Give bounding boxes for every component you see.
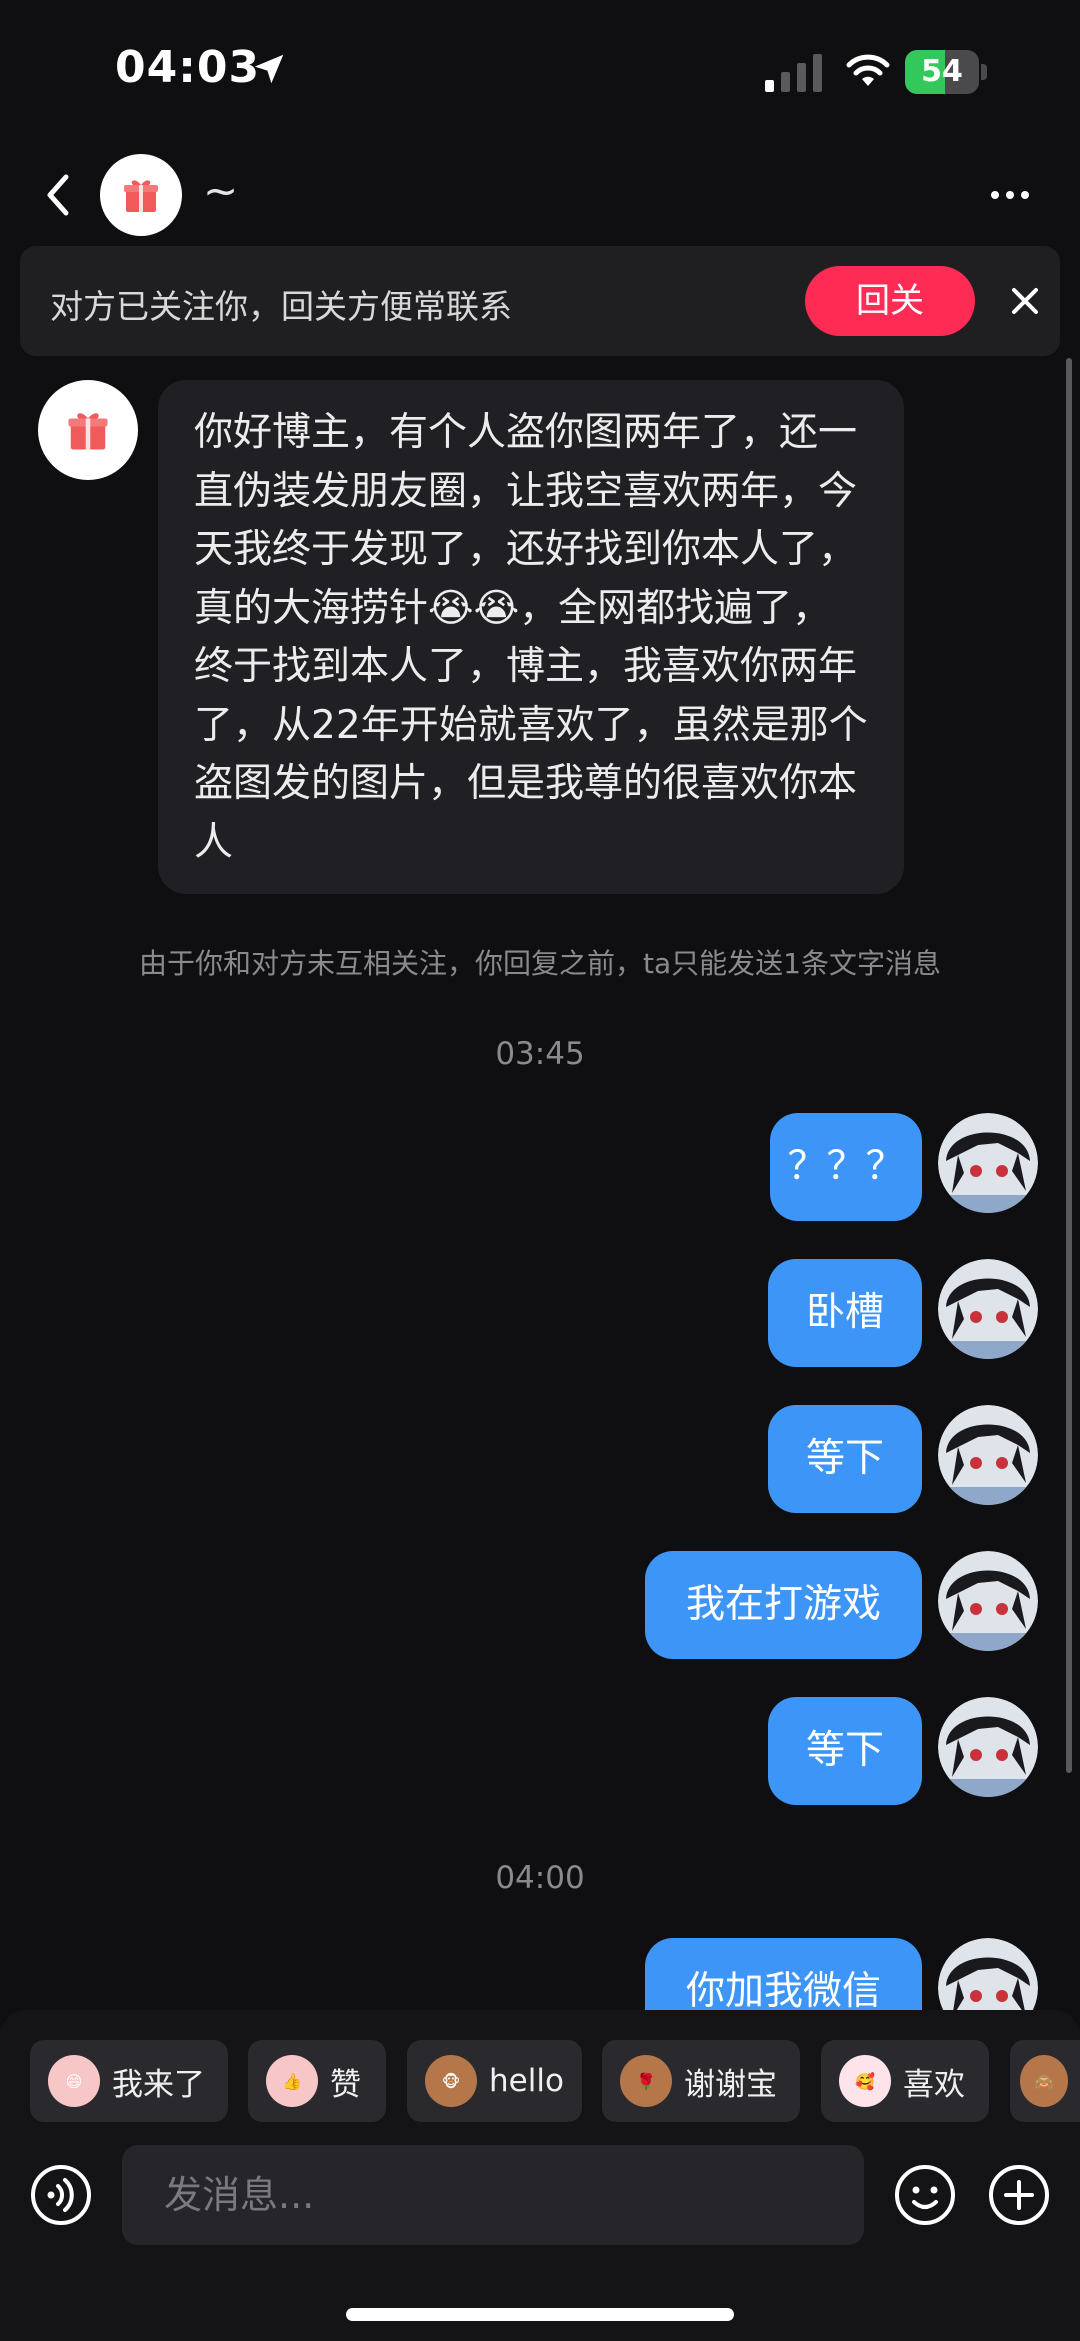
- follow-back-button[interactable]: 回关: [805, 266, 975, 336]
- message-limit-notice: 由于你和对方未互相关注，你回复之前，ta只能发送1条文字消息: [139, 947, 941, 980]
- plus-icon[interactable]: [988, 2164, 1050, 2226]
- contact-name[interactable]: ~: [203, 166, 238, 215]
- self-avatar[interactable]: [938, 1697, 1038, 1797]
- quick-reply-chip[interactable]: 😄 我来了: [30, 2040, 228, 2122]
- battery-icon: 54: [905, 50, 987, 94]
- outgoing-message-bubble[interactable]: 等下: [768, 1697, 922, 1805]
- quick-reply-label: 我来了: [112, 2066, 205, 2103]
- self-avatar[interactable]: [938, 1405, 1038, 1505]
- quick-reply-chip[interactable]: 🙈: [1010, 2040, 1080, 2122]
- location-arrow-icon: [254, 54, 284, 84]
- self-avatar[interactable]: [938, 1113, 1038, 1213]
- sticker-icon: 🐵: [425, 2055, 477, 2107]
- status-bar: 04:03 54: [0, 0, 1080, 140]
- self-avatar[interactable]: [938, 1551, 1038, 1651]
- sticker-icon: 🙈: [1020, 2055, 1068, 2107]
- quick-reply-label: 喜欢: [903, 2066, 965, 2103]
- battery-percent: 54: [921, 54, 963, 89]
- follow-banner: 对方已关注你，回关方便常联系 回关: [20, 246, 1060, 356]
- quick-reply-label: 谢谢宝: [684, 2066, 777, 2103]
- voice-icon[interactable]: [30, 2164, 92, 2226]
- quick-reply-chip[interactable]: 👍 赞: [248, 2040, 386, 2122]
- wifi-icon: [846, 54, 890, 86]
- smiley-icon[interactable]: [894, 2164, 956, 2226]
- sender-avatar[interactable]: [38, 380, 138, 480]
- follow-banner-text: 对方已关注你，回关方便常联系: [50, 287, 512, 326]
- close-icon[interactable]: [1002, 278, 1048, 324]
- chat-header: ~: [0, 140, 1080, 250]
- timestamp: 03:45: [495, 1036, 585, 1072]
- status-time: 04:03: [115, 42, 261, 93]
- gift-icon: [124, 180, 158, 212]
- quick-reply-chip[interactable]: 🥰 喜欢: [821, 2040, 989, 2122]
- quick-reply-row: 😄 我来了 👍 赞 🐵 hello 🌹 谢谢宝 🥰 喜欢 🙈: [0, 2040, 1080, 2122]
- outgoing-message-bubble[interactable]: 卧槽: [768, 1259, 922, 1367]
- sticker-icon: 👍: [266, 2055, 318, 2107]
- message-input[interactable]: [122, 2145, 864, 2245]
- timestamp: 04:00: [495, 1860, 585, 1896]
- gift-icon: [68, 413, 108, 450]
- avatar[interactable]: [100, 154, 182, 236]
- outgoing-message-bubble[interactable]: 等下: [768, 1405, 922, 1513]
- quick-reply-label: 赞: [330, 2066, 361, 2103]
- quick-reply-label: hello: [489, 2063, 564, 2099]
- incoming-message-bubble[interactable]: 你好博主，有个人盗你图两年了，还一直伪装发朋友圈，让我空喜欢两年，今天我终于发现…: [158, 380, 904, 894]
- outgoing-message-bubble[interactable]: 我在打游戏: [645, 1551, 922, 1659]
- sticker-icon: 🌹: [620, 2055, 672, 2107]
- self-avatar[interactable]: [938, 1259, 1038, 1359]
- cellular-signal-icon: [765, 54, 822, 92]
- sticker-icon: 😄: [48, 2055, 100, 2107]
- quick-reply-chip[interactable]: 🐵 hello: [407, 2040, 582, 2122]
- chevron-left-icon[interactable]: [30, 165, 90, 225]
- quick-reply-chip[interactable]: 🌹 谢谢宝: [602, 2040, 800, 2122]
- outgoing-message-bubble[interactable]: ？？？: [770, 1113, 922, 1221]
- ellipsis-icon[interactable]: [985, 170, 1035, 220]
- sticker-icon: 🥰: [839, 2055, 891, 2107]
- home-indicator[interactable]: [346, 2308, 734, 2321]
